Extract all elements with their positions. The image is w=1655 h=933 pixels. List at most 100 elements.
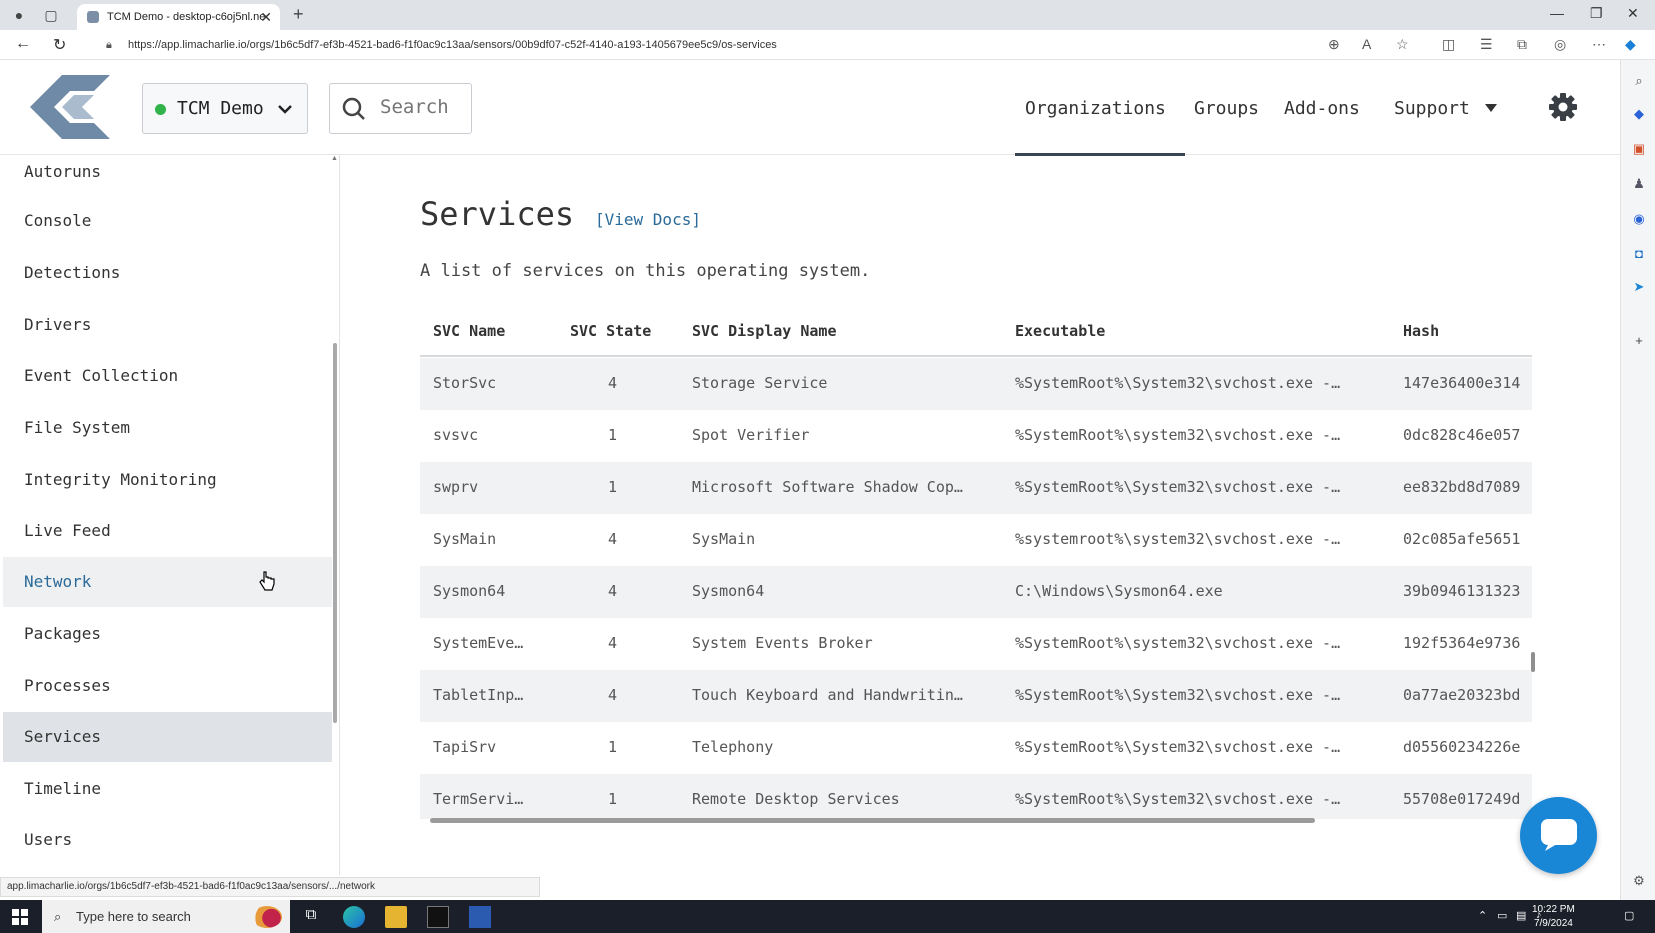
sidebar-search-icon[interactable]: ⌕ xyxy=(1630,72,1648,90)
sidebar-item-drivers[interactable]: Drivers xyxy=(3,300,332,350)
table-row[interactable]: Sysmon64 4 Sysmon64 C:\Windows\Sysmon64.… xyxy=(420,566,1532,618)
sidebar-item-live-feed[interactable]: Live Feed xyxy=(3,506,332,556)
tab-close-icon[interactable]: ✕ xyxy=(260,4,272,30)
settings-gear-icon[interactable] xyxy=(1548,92,1578,122)
table-row[interactable]: TermServi… 1 Remote Desktop Services %Sy… xyxy=(420,774,1532,819)
copilot-icon[interactable]: ◆ xyxy=(1625,36,1636,53)
address-bar-row: ← ↻ 🔒︎ https://app.limacharlie.io/orgs/1… xyxy=(0,30,1655,60)
sidebar-item-file-system[interactable]: File System xyxy=(3,403,332,453)
sidebar-item-users[interactable]: Users xyxy=(3,815,332,865)
limacharlie-favicon-icon xyxy=(87,11,99,23)
favorites-icon[interactable]: ☰ xyxy=(1480,36,1493,53)
cell-svc-state: 4 xyxy=(608,530,618,548)
cell-svc-name: swprv xyxy=(433,478,479,496)
lock-icon[interactable]: 🔒︎ xyxy=(106,34,112,56)
split-screen-icon[interactable]: ◫ xyxy=(1442,36,1455,53)
tab-actions-icon[interactable]: ▢ xyxy=(42,6,60,24)
table-row[interactable]: svsvc 1 Spot Verifier %SystemRoot%\syste… xyxy=(420,410,1532,462)
browser-tab[interactable]: TCM Demo - desktop-c6oj5nl.ne ✕ xyxy=(77,4,280,30)
chat-button[interactable] xyxy=(1520,797,1597,874)
cell-executable: %systemroot%\system32\svchost.exe -… xyxy=(1015,530,1341,548)
powershell-icon[interactable] xyxy=(469,906,491,928)
office-icon[interactable]: ◉ xyxy=(1630,210,1648,228)
cell-svc-state: 4 xyxy=(608,374,618,392)
search-input[interactable] xyxy=(380,96,466,118)
taskbar-search[interactable]: ⌕ Type here to search xyxy=(42,900,290,933)
sidebar-item-event-collection[interactable]: Event Collection xyxy=(3,351,332,401)
app-header: TCM Demo Organizations Groups Add-ons Su… xyxy=(0,60,1620,156)
nav-organizations[interactable]: Organizations xyxy=(1025,98,1166,119)
restore-icon[interactable]: ❐ xyxy=(1590,5,1603,22)
hand-cursor-icon xyxy=(259,571,275,591)
sidebar-item-packages[interactable]: Packages xyxy=(3,609,332,659)
sidebar-item-detections[interactable]: Detections xyxy=(3,248,332,298)
column-header-svc-name[interactable]: SVC Name xyxy=(433,322,505,340)
new-tab-button[interactable]: + xyxy=(293,4,304,25)
tray-device-icon[interactable]: ▭ xyxy=(1497,909,1507,922)
sidebar-item-processes[interactable]: Processes xyxy=(3,661,332,711)
terminal-icon[interactable] xyxy=(427,906,449,928)
cell-hash: d05560234226e xyxy=(1403,738,1521,756)
add-sidebar-app-icon[interactable]: + xyxy=(1630,332,1648,350)
sidebar-scrollbar[interactable] xyxy=(333,343,337,723)
zoom-icon[interactable]: ⊕ xyxy=(1328,36,1340,53)
back-icon[interactable]: ← xyxy=(15,35,31,53)
outlook-icon[interactable]: ◘ xyxy=(1630,245,1648,263)
shopping-icon[interactable]: ◆ xyxy=(1630,105,1648,123)
cell-display-name: System Events Broker xyxy=(692,634,873,652)
notifications-icon[interactable]: ▢ xyxy=(1624,909,1634,922)
sidebar-item-services[interactable]: Services xyxy=(3,712,332,762)
sidebar-item-autoruns[interactable]: Autoruns xyxy=(3,155,332,197)
task-view-icon[interactable]: ⧉ xyxy=(300,906,322,928)
more-menu-icon[interactable]: ⋯ xyxy=(1592,36,1606,53)
windows-start-icon[interactable] xyxy=(12,909,28,925)
sidebar-item-timeline[interactable]: Timeline xyxy=(3,764,332,814)
table-row[interactable]: TapiSrv 1 Telephony %SystemRoot%\System3… xyxy=(420,722,1532,774)
table-row[interactable]: SystemEve… 4 System Events Broker %Syste… xyxy=(420,618,1532,670)
sidebar-settings-icon[interactable]: ⚙ xyxy=(1630,872,1648,890)
column-header-svc-display-name[interactable]: SVC Display Name xyxy=(692,322,837,340)
url-field[interactable]: 🔒︎ https://app.limacharlie.io/orgs/1b6c5… xyxy=(100,34,1345,56)
collections-icon[interactable]: ⧉ xyxy=(1517,36,1527,53)
table-row[interactable]: swprv 1 Microsoft Software Shadow Cop… %… xyxy=(420,462,1532,514)
send-icon[interactable]: ➤ xyxy=(1630,278,1648,296)
tray-overflow-icon[interactable]: ⌃ xyxy=(1478,909,1487,922)
sidebar-item-integrity-monitoring[interactable]: Integrity Monitoring xyxy=(3,455,332,505)
favorite-star-icon[interactable]: ☆ xyxy=(1396,36,1409,53)
search-field[interactable] xyxy=(329,83,472,134)
table-row[interactable]: SysMain 4 SysMain %systemroot%\system32\… xyxy=(420,514,1532,566)
tools-icon[interactable]: ▣ xyxy=(1630,140,1648,158)
nav-groups[interactable]: Groups xyxy=(1194,98,1259,119)
table-row[interactable]: TabletInp… 4 Touch Keyboard and Handwrit… xyxy=(420,670,1532,722)
support-dropdown-icon[interactable] xyxy=(1484,102,1498,114)
cell-hash: 192f5364e9736 xyxy=(1403,634,1521,652)
nav-add-ons[interactable]: Add-ons xyxy=(1284,98,1360,119)
org-selector[interactable]: TCM Demo xyxy=(142,83,308,134)
sidebar-item-network[interactable]: Network xyxy=(3,557,332,607)
sidebar-item-console[interactable]: Console xyxy=(3,196,332,246)
column-header-hash[interactable]: Hash xyxy=(1403,322,1439,340)
table-vertical-scrollbar[interactable] xyxy=(1531,652,1535,672)
view-docs-link[interactable]: [View Docs] xyxy=(595,210,701,229)
column-header-svc-state[interactable]: SVC State xyxy=(570,322,651,340)
cell-svc-name: TermServi… xyxy=(433,790,524,808)
table-row[interactable]: StorSvc 4 Storage Service %SystemRoot%\S… xyxy=(420,358,1532,410)
table-horizontal-scrollbar[interactable] xyxy=(430,818,1315,823)
read-aloud-icon[interactable]: A xyxy=(1362,36,1371,52)
file-explorer-icon[interactable] xyxy=(385,906,407,928)
extensions-icon[interactable]: ◎ xyxy=(1554,36,1566,53)
games-icon[interactable]: ♟ xyxy=(1630,175,1648,193)
sidebar-scroll-up-icon[interactable]: ▲ xyxy=(331,155,338,162)
limacharlie-logo[interactable] xyxy=(30,75,110,139)
minimize-icon[interactable]: — xyxy=(1550,5,1564,21)
taskbar-clock[interactable]: 10:22 PM 7/9/2024 xyxy=(1532,903,1575,931)
cell-display-name: Touch Keyboard and Handwritin… xyxy=(692,686,963,704)
nav-support[interactable]: Support xyxy=(1394,98,1470,119)
refresh-icon[interactable]: ↻ xyxy=(53,35,66,55)
edge-taskbar-icon[interactable] xyxy=(343,906,365,928)
profile-icon[interactable]: ● xyxy=(10,6,28,24)
window-close-icon[interactable]: ✕ xyxy=(1627,5,1639,22)
network-icon[interactable]: ▤ xyxy=(1516,909,1526,922)
column-header-executable[interactable]: Executable xyxy=(1015,322,1105,340)
cell-hash: 55708e017249d xyxy=(1403,790,1521,808)
